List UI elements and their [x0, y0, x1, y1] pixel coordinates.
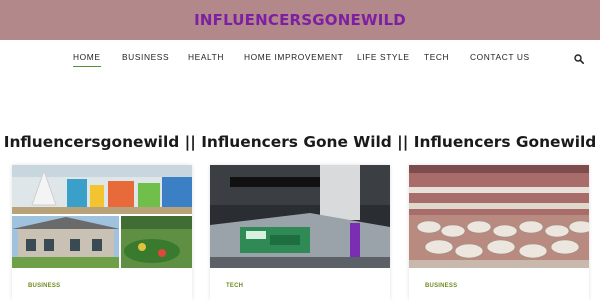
- main-nav: HOME BUSINESS HEALTH HOME IMPROVEMENT LI…: [0, 52, 600, 70]
- post-image-1: [12, 165, 192, 268]
- post-image-2: [210, 165, 390, 268]
- page-title: Influencersgonewild || Influencers Gone …: [3, 133, 597, 151]
- nav-item-contact-us[interactable]: CONTACT US: [470, 52, 530, 62]
- post-category-2[interactable]: TECH: [226, 283, 243, 289]
- site-header: INFLUENCERSGONEWILD: [0, 0, 600, 40]
- post-category-1[interactable]: BUSINESS: [28, 283, 60, 289]
- nav-item-home-improvement[interactable]: HOME IMPROVEMENT: [244, 52, 343, 62]
- post-image-3: [409, 165, 589, 268]
- nav-item-business[interactable]: BUSINESS: [122, 52, 169, 62]
- post-category-3[interactable]: BUSINESS: [425, 283, 457, 289]
- nav-item-health[interactable]: HEALTH: [188, 52, 224, 62]
- search-icon[interactable]: [574, 54, 584, 64]
- site-logo[interactable]: INFLUENCERSGONEWILD: [194, 11, 406, 29]
- nav-item-home[interactable]: HOME: [73, 52, 101, 67]
- nav-item-life-style[interactable]: LIFE STYLE: [357, 52, 410, 62]
- post-card-3[interactable]: [409, 165, 589, 300]
- post-card-2[interactable]: [210, 165, 390, 300]
- nav-item-tech[interactable]: TECH: [424, 52, 449, 62]
- post-card-1[interactable]: [12, 165, 192, 300]
